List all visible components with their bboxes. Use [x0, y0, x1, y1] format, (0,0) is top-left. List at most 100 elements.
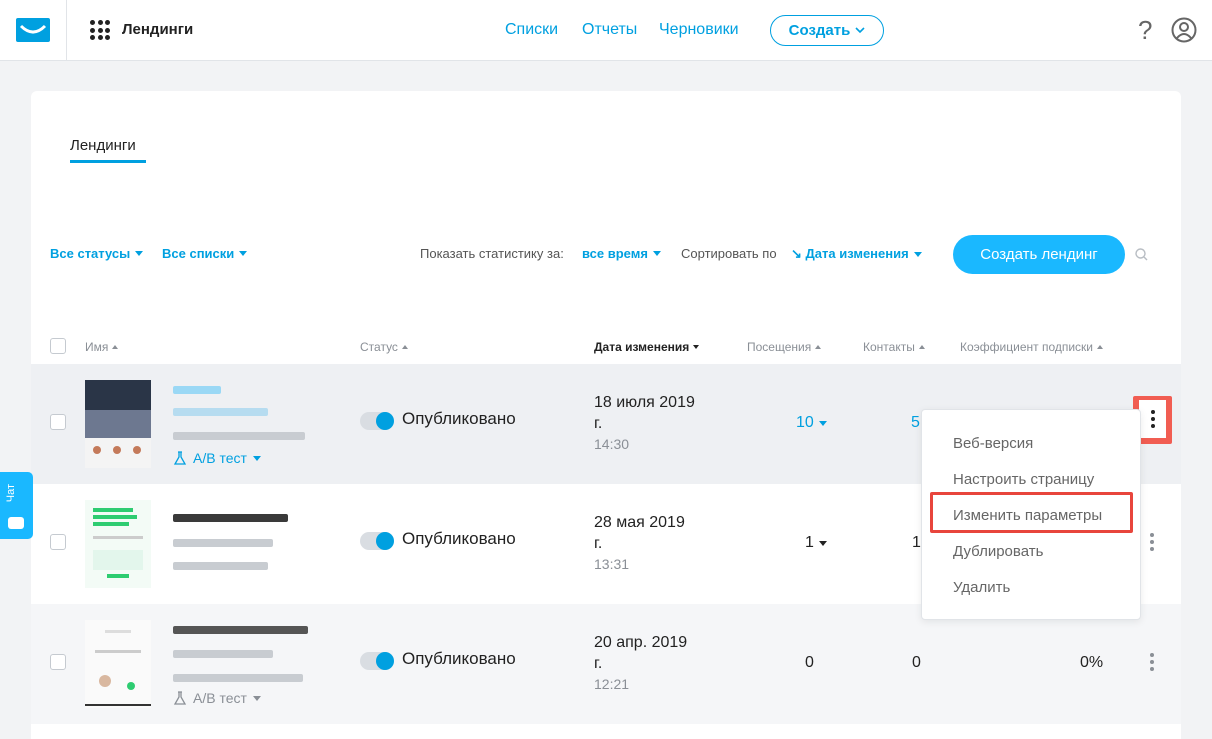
- redacted-url: [173, 539, 273, 547]
- sort-value: ↘ Дата изменения: [791, 246, 909, 261]
- col-status[interactable]: Статус: [360, 340, 408, 354]
- table-row[interactable]: A/B тест Опубликовано 20 апр. 2019 г. 12…: [31, 604, 1181, 724]
- modified-date-suffix: г.: [594, 535, 603, 552]
- stats-period-label: Показать статистику за:: [420, 246, 564, 261]
- caret-down-icon: [252, 455, 261, 461]
- row-more-icon[interactable]: [1139, 400, 1166, 438]
- stats-period-select[interactable]: все время: [582, 246, 661, 261]
- logo[interactable]: [0, 0, 67, 60]
- user-account-icon[interactable]: [1171, 17, 1197, 43]
- create-landing-button[interactable]: Создать лендинг: [953, 235, 1125, 274]
- contacts-count: 0: [912, 654, 921, 671]
- toggle-knob: [376, 652, 394, 670]
- search-icon[interactable]: [1135, 248, 1148, 261]
- landing-thumbnail[interactable]: [85, 380, 151, 468]
- edit-settings-highlight: [930, 492, 1133, 533]
- sort-up-icon: [815, 345, 822, 349]
- caret-down-icon: [252, 695, 261, 701]
- sort-up-icon: [112, 345, 119, 349]
- chat-tab[interactable]: Чат: [0, 472, 33, 539]
- visits-count: 0: [805, 654, 814, 671]
- ab-test-label: A/B тест: [193, 450, 247, 466]
- ab-test-toggle[interactable]: A/B тест: [173, 450, 261, 466]
- contacts-count[interactable]: 5: [911, 414, 920, 432]
- caret-down-icon: [818, 540, 827, 546]
- status-text: Опубликовано: [402, 409, 516, 428]
- status-text: Опубликовано: [402, 649, 516, 668]
- modified-date: 28 мая 2019: [594, 514, 685, 531]
- create-button[interactable]: Создать: [770, 15, 884, 46]
- redacted-list: [173, 432, 305, 440]
- status-filter-label: Все статусы: [50, 246, 131, 261]
- ab-test-toggle[interactable]: A/B тест: [173, 690, 261, 706]
- caret-down-icon: [652, 251, 661, 256]
- col-subscription-rate[interactable]: Коэффициент подписки: [960, 340, 1104, 354]
- chat-label: Чат: [5, 484, 17, 503]
- sort-down-icon: [693, 345, 700, 349]
- select-all-checkbox[interactable]: [50, 338, 66, 354]
- flask-icon: [173, 450, 187, 465]
- nav-drafts[interactable]: Черновики: [659, 21, 739, 39]
- col-date-label: Дата изменения: [594, 340, 690, 354]
- modified-date: 18 июля 2019: [594, 394, 695, 411]
- modified-date-suffix: г.: [594, 415, 603, 432]
- caret-down-icon: [913, 251, 922, 257]
- publish-toggle[interactable]: [360, 412, 394, 430]
- col-name[interactable]: Имя: [85, 340, 119, 354]
- caret-down-icon: [135, 251, 144, 256]
- redacted-title: [173, 386, 221, 394]
- row-more-icon[interactable]: [1150, 653, 1154, 671]
- row-checkbox[interactable]: [50, 414, 66, 430]
- modified-time: 12:21: [594, 676, 630, 692]
- publish-toggle[interactable]: [360, 652, 394, 670]
- visits-count[interactable]: 1: [805, 534, 827, 552]
- help-icon[interactable]: ?: [1138, 15, 1152, 46]
- row-checkbox[interactable]: [50, 534, 66, 550]
- landing-thumbnail[interactable]: [85, 500, 151, 588]
- status-filter[interactable]: Все статусы: [50, 246, 144, 261]
- sort-select[interactable]: ↘ Дата изменения: [791, 246, 922, 262]
- row-more-icon[interactable]: [1150, 533, 1154, 551]
- nav-reports[interactable]: Отчеты: [582, 21, 637, 39]
- sort-up-icon: [401, 345, 408, 349]
- redacted-list: [173, 562, 268, 570]
- visits-value: 1: [805, 534, 814, 551]
- menu-item-delete[interactable]: Удалить: [953, 579, 1010, 596]
- modified-time: 14:30: [594, 436, 630, 452]
- create-button-label: Создать: [788, 22, 851, 39]
- top-bar: Лендинги Списки Отчеты Черновики Создать…: [0, 0, 1212, 61]
- modified-date-suffix: г.: [594, 655, 603, 672]
- redacted-url: [173, 650, 273, 658]
- row-checkbox[interactable]: [50, 654, 66, 670]
- landing-thumbnail[interactable]: [85, 620, 151, 708]
- envelope-logo-icon: [16, 18, 50, 42]
- menu-item-duplicate[interactable]: Дублировать: [953, 543, 1043, 560]
- nav-lists[interactable]: Списки: [505, 21, 558, 39]
- visits-count[interactable]: 10: [796, 414, 827, 432]
- menu-item-web-version[interactable]: Веб-версия: [953, 435, 1033, 452]
- tab-landings[interactable]: Лендинги: [70, 137, 136, 154]
- visits-value: 10: [796, 414, 814, 431]
- col-visits-label: Посещения: [747, 340, 812, 354]
- col-date[interactable]: Дата изменения: [594, 340, 700, 354]
- redacted-url: [173, 408, 268, 416]
- section-title: Лендинги: [122, 21, 194, 38]
- col-subscription-rate-label: Коэффициент подписки: [960, 340, 1094, 354]
- menu-item-configure-page[interactable]: Настроить страницу: [953, 471, 1094, 488]
- caret-down-icon: [239, 251, 248, 256]
- flask-icon: [173, 690, 187, 705]
- tab-underline: [70, 160, 146, 163]
- sort-label: Сортировать по: [681, 246, 777, 261]
- publish-toggle[interactable]: [360, 532, 394, 550]
- apps-grid-icon[interactable]: [90, 20, 110, 40]
- ab-test-label: A/B тест: [193, 690, 247, 706]
- subscription-rate: 0%: [1080, 654, 1104, 671]
- chevron-down-icon: [855, 27, 865, 34]
- modified-time: 13:31: [594, 556, 630, 572]
- redacted-list: [173, 674, 303, 682]
- col-contacts[interactable]: Контакты: [863, 340, 925, 354]
- lists-filter[interactable]: Все списки: [162, 246, 248, 261]
- col-visits[interactable]: Посещения: [747, 340, 822, 354]
- chat-bubble-icon: [8, 517, 24, 529]
- col-name-label: Имя: [85, 340, 109, 354]
